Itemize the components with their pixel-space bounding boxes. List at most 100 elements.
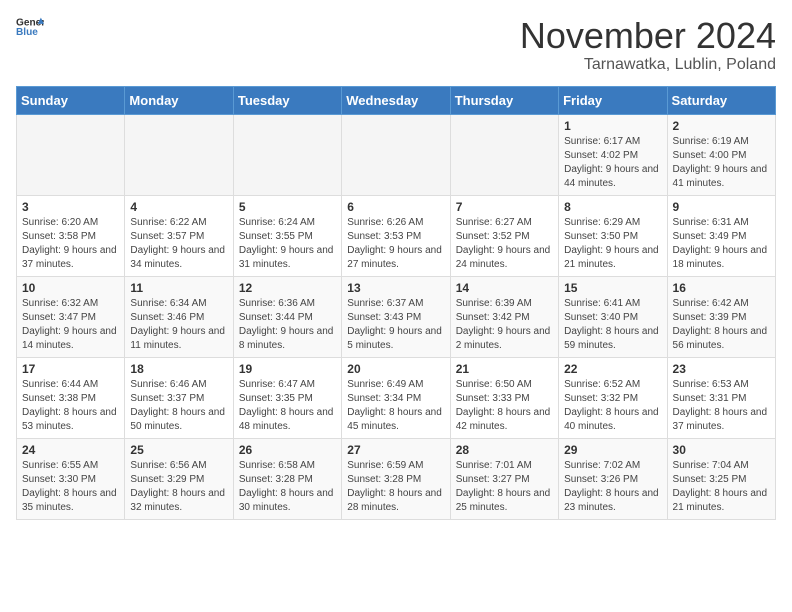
logo-icon: General Blue — [16, 16, 44, 38]
day-number: 30 — [673, 443, 770, 457]
calendar-week-4: 17 Sunrise: 6:44 AMSunset: 3:38 PMDayligh… — [17, 357, 776, 438]
logo: General Blue — [16, 16, 44, 38]
calendar-week-1: 1 Sunrise: 6:17 AMSunset: 4:02 PMDaylight… — [17, 114, 776, 195]
day-info: Sunrise: 6:59 AMSunset: 3:28 PMDaylight:… — [347, 459, 444, 515]
calendar-cell: 2Sunrise: 6:19 AMSunset: 4:00 PMDaylight… — [667, 114, 775, 195]
day-info: Sunrise: 6:17 AMSunset: 4:02 PMDaylight:… — [564, 135, 661, 191]
calendar-cell: 19Sunrise: 6:47 AMSunset: 3:35 PMDayligh… — [233, 357, 341, 438]
calendar-cell — [125, 114, 233, 195]
calendar-cell: 24Sunrise: 6:55 AMSunset: 3:30 PMDayligh… — [17, 438, 125, 519]
calendar-cell — [450, 114, 558, 195]
calendar-cell: 14 Sunrise: 6:39 AMSunset: 3:42 PMDayligh… — [450, 276, 558, 357]
day-info: Sunrise: 6:32 AMSunset: 3:47 PMDaylight:… — [22, 297, 119, 353]
day-number: 20 — [347, 362, 444, 376]
day-info: Sunrise: 6:47 AMSunset: 3:35 PMDaylight:… — [239, 378, 336, 434]
title-area: November 2024 Tarnawatka, Lublin, Poland — [520, 16, 776, 74]
calendar-cell: 22 Sunrise: 6:52 AMSunset: 3:32 PMDayligh… — [559, 357, 667, 438]
day-info: Sunrise: 6:52 AMSunset: 3:32 PMDaylight:… — [564, 378, 661, 434]
calendar-cell: 20 Sunrise: 6:49 AMSunset: 3:34 PMDayligh… — [342, 357, 450, 438]
day-number: 18 — [130, 362, 227, 376]
day-info: Sunrise: 7:04 AMSunset: 3:25 PMDaylight:… — [673, 459, 770, 515]
day-info: Sunrise: 6:27 AMSunset: 3:52 PMDaylight:… — [456, 216, 553, 272]
day-info: Sunrise: 6:41 AMSunset: 3:40 PMDaylight:… — [564, 297, 661, 353]
day-info: Sunrise: 6:39 AMSunset: 3:42 PMDaylight:… — [456, 297, 553, 353]
day-number: 12 — [239, 281, 336, 295]
calendar-cell: 29 Sunrise: 7:02 AMSunset: 3:26 PMDayligh… — [559, 438, 667, 519]
day-number: 7 — [456, 200, 553, 214]
calendar-cell — [17, 114, 125, 195]
calendar-cell: 7 Sunrise: 6:27 AMSunset: 3:52 PMDaylight… — [450, 195, 558, 276]
weekday-header-thursday: Thursday — [450, 86, 558, 114]
day-info: Sunrise: 6:31 AMSunset: 3:49 PMDaylight:… — [673, 216, 770, 272]
calendar-cell — [233, 114, 341, 195]
day-number: 22 — [564, 362, 661, 376]
calendar-cell: 13Sunrise: 6:37 AMSunset: 3:43 PMDayligh… — [342, 276, 450, 357]
day-number: 1 — [564, 119, 661, 133]
day-number: 17 — [22, 362, 119, 376]
day-info: Sunrise: 7:01 AMSunset: 3:27 PMDaylight:… — [456, 459, 553, 515]
day-info: Sunrise: 6:56 AMSunset: 3:29 PMDaylight:… — [130, 459, 227, 515]
day-info: Sunrise: 6:58 AMSunset: 3:28 PMDaylight:… — [239, 459, 336, 515]
day-number: 11 — [130, 281, 227, 295]
weekday-header-saturday: Saturday — [667, 86, 775, 114]
calendar-cell: 26Sunrise: 6:58 AMSunset: 3:28 PMDayligh… — [233, 438, 341, 519]
day-info: Sunrise: 6:46 AMSunset: 3:37 PMDaylight:… — [130, 378, 227, 434]
calendar-cell: 30 Sunrise: 7:04 AMSunset: 3:25 PMDayligh… — [667, 438, 775, 519]
day-number: 25 — [130, 443, 227, 457]
day-info: Sunrise: 6:36 AMSunset: 3:44 PMDaylight:… — [239, 297, 336, 353]
day-number: 4 — [130, 200, 227, 214]
day-number: 29 — [564, 443, 661, 457]
day-number: 10 — [22, 281, 119, 295]
calendar-cell — [342, 114, 450, 195]
weekday-header-tuesday: Tuesday — [233, 86, 341, 114]
calendar-table: SundayMondayTuesdayWednesdayThursdayFrid… — [16, 86, 776, 520]
calendar-cell: 3 Sunrise: 6:20 AMSunset: 3:58 PMDaylight… — [17, 195, 125, 276]
day-number: 14 — [456, 281, 553, 295]
calendar-cell: 4Sunrise: 6:22 AMSunset: 3:57 PMDaylight… — [125, 195, 233, 276]
day-info: Sunrise: 6:34 AMSunset: 3:46 PMDaylight:… — [130, 297, 227, 353]
calendar-cell: 8Sunrise: 6:29 AMSunset: 3:50 PMDaylight… — [559, 195, 667, 276]
calendar-cell: 5 Sunrise: 6:24 AMSunset: 3:55 PMDaylight… — [233, 195, 341, 276]
calendar-cell: 28 Sunrise: 7:01 AMSunset: 3:27 PMDayligh… — [450, 438, 558, 519]
calendar-cell: 18 Sunrise: 6:46 AMSunset: 3:37 PMDayligh… — [125, 357, 233, 438]
day-number: 24 — [22, 443, 119, 457]
calendar-cell: 11 Sunrise: 6:34 AMSunset: 3:46 PMDayligh… — [125, 276, 233, 357]
day-info: Sunrise: 6:26 AMSunset: 3:53 PMDaylight:… — [347, 216, 444, 272]
day-info: Sunrise: 6:50 AMSunset: 3:33 PMDaylight:… — [456, 378, 553, 434]
day-number: 8 — [564, 200, 661, 214]
day-info: Sunrise: 6:49 AMSunset: 3:34 PMDaylight:… — [347, 378, 444, 434]
day-number: 3 — [22, 200, 119, 214]
day-info: Sunrise: 6:20 AMSunset: 3:58 PMDaylight:… — [22, 216, 119, 272]
day-number: 6 — [347, 200, 444, 214]
calendar-cell: 17 Sunrise: 6:44 AMSunset: 3:38 PMDayligh… — [17, 357, 125, 438]
calendar-cell: 6 Sunrise: 6:26 AMSunset: 3:53 PMDaylight… — [342, 195, 450, 276]
svg-text:Blue: Blue — [16, 27, 38, 38]
day-info: Sunrise: 6:44 AMSunset: 3:38 PMDaylight:… — [22, 378, 119, 434]
calendar-cell: 21 Sunrise: 6:50 AMSunset: 3:33 PMDayligh… — [450, 357, 558, 438]
day-info: Sunrise: 6:53 AMSunset: 3:31 PMDaylight:… — [673, 378, 770, 434]
calendar-cell: 10 Sunrise: 6:32 AMSunset: 3:47 PMDayligh… — [17, 276, 125, 357]
month-title: November 2024 — [520, 16, 776, 56]
day-number: 28 — [456, 443, 553, 457]
weekday-header-sunday: Sunday — [17, 86, 125, 114]
day-info: Sunrise: 7:02 AMSunset: 3:26 PMDaylight:… — [564, 459, 661, 515]
calendar-cell: 27 Sunrise: 6:59 AMSunset: 3:28 PMDayligh… — [342, 438, 450, 519]
calendar-week-3: 10 Sunrise: 6:32 AMSunset: 3:47 PMDayligh… — [17, 276, 776, 357]
location-title: Tarnawatka, Lublin, Poland — [520, 56, 776, 74]
day-info: Sunrise: 6:19 AMSunset: 4:00 PMDaylight:… — [673, 135, 770, 191]
calendar-week-5: 24Sunrise: 6:55 AMSunset: 3:30 PMDayligh… — [17, 438, 776, 519]
calendar-cell: 12 Sunrise: 6:36 AMSunset: 3:44 PMDayligh… — [233, 276, 341, 357]
day-number: 27 — [347, 443, 444, 457]
weekday-header-wednesday: Wednesday — [342, 86, 450, 114]
day-info: Sunrise: 6:24 AMSunset: 3:55 PMDaylight:… — [239, 216, 336, 272]
day-info: Sunrise: 6:37 AMSunset: 3:43 PMDaylight:… — [347, 297, 444, 353]
calendar-week-2: 3 Sunrise: 6:20 AMSunset: 3:58 PMDaylight… — [17, 195, 776, 276]
calendar-cell: 1 Sunrise: 6:17 AMSunset: 4:02 PMDaylight… — [559, 114, 667, 195]
calendar-cell: 25 Sunrise: 6:56 AMSunset: 3:29 PMDayligh… — [125, 438, 233, 519]
weekday-header-monday: Monday — [125, 86, 233, 114]
weekday-header-friday: Friday — [559, 86, 667, 114]
day-number: 21 — [456, 362, 553, 376]
day-number: 9 — [673, 200, 770, 214]
calendar-cell: 9 Sunrise: 6:31 AMSunset: 3:49 PMDaylight… — [667, 195, 775, 276]
day-number: 5 — [239, 200, 336, 214]
